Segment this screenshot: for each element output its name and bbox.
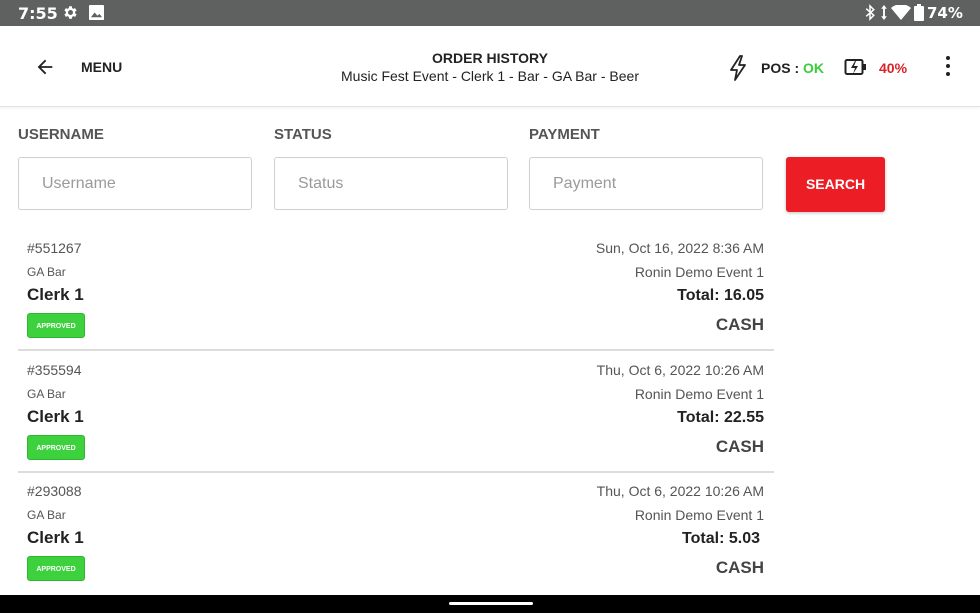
- order-id: #293088: [27, 483, 82, 499]
- order-event: Ronin Demo Event 1: [634, 386, 764, 402]
- order-clerk: Clerk 1: [27, 528, 84, 547]
- page-title: ORDER HISTORY: [432, 50, 548, 66]
- order-date: Thu, Oct 6, 2022 10:26 AM: [596, 362, 764, 378]
- order-list-item[interactable]: #355594 GA Bar Clerk 1 APPROVED Thu, Oct…: [18, 352, 774, 473]
- device-battery-level: 40%: [879, 60, 908, 76]
- order-location: GA Bar: [27, 387, 66, 401]
- order-total: Total: 16.05: [677, 287, 764, 304]
- order-event: Ronin Demo Event 1: [634, 507, 764, 523]
- battery-percent: 74%: [927, 4, 963, 22]
- order-payment: CASH: [715, 558, 764, 577]
- payment-label: PAYMENT: [529, 126, 600, 143]
- status-field-box: [274, 157, 508, 210]
- order-date: Thu, Oct 6, 2022 10:26 AM: [596, 483, 764, 499]
- order-payment: CASH: [715, 437, 764, 456]
- status-label: STATUS: [274, 126, 332, 143]
- order-event: Ronin Demo Event 1: [634, 264, 764, 280]
- page-subtitle: Music Fest Event - Clerk 1 - Bar - GA Ba…: [341, 68, 639, 84]
- username-input[interactable]: [19, 158, 251, 209]
- search-button[interactable]: SEARCH: [786, 157, 885, 212]
- order-list-item[interactable]: #293088 GA Bar Clerk 1 APPROVED Thu, Oct…: [18, 473, 774, 594]
- order-clerk: Clerk 1: [27, 407, 84, 426]
- system-navigation-bar: [0, 595, 980, 613]
- lightning-icon: [728, 55, 748, 86]
- image-icon: [89, 5, 104, 25]
- status-input[interactable]: [275, 158, 507, 209]
- home-gesture-handle[interactable]: [449, 602, 533, 605]
- clock: 7:55: [18, 4, 58, 23]
- order-location: GA Bar: [27, 265, 66, 279]
- order-id: #355594: [27, 362, 82, 378]
- battery-charging-icon: [844, 57, 868, 82]
- payment-input[interactable]: [530, 158, 762, 209]
- status-badge: APPROVED: [27, 556, 85, 581]
- pos-label: POS :: [761, 60, 800, 76]
- payment-field-box: [529, 157, 763, 210]
- status-badge: APPROVED: [27, 313, 85, 338]
- settings-icon: [62, 4, 79, 26]
- order-total: Total: 5.03: [682, 530, 760, 547]
- order-id: #551267: [27, 240, 82, 256]
- status-badge: APPROVED: [27, 435, 85, 460]
- more-vert-icon[interactable]: [944, 56, 952, 80]
- username-field-box: [18, 157, 252, 210]
- app-bar: MENU ORDER HISTORY Music Fest Event - Cl…: [0, 26, 980, 107]
- order-date: Sun, Oct 16, 2022 8:36 AM: [595, 240, 764, 256]
- order-clerk: Clerk 1: [27, 285, 84, 304]
- order-location: GA Bar: [27, 508, 66, 522]
- wifi-icon: [891, 4, 911, 25]
- order-payment: CASH: [715, 315, 764, 334]
- username-label: USERNAME: [18, 126, 104, 143]
- order-total: Total: 22.55: [677, 409, 764, 426]
- system-status-bar: 7:55 74%: [0, 0, 980, 26]
- order-list-item[interactable]: #551267 GA Bar Clerk 1 APPROVED Sun, Oct…: [18, 230, 774, 351]
- data-arrows-icon: [880, 4, 888, 26]
- bluetooth-icon: [864, 4, 876, 26]
- pos-status: OK: [803, 60, 824, 76]
- battery-icon: [914, 4, 924, 26]
